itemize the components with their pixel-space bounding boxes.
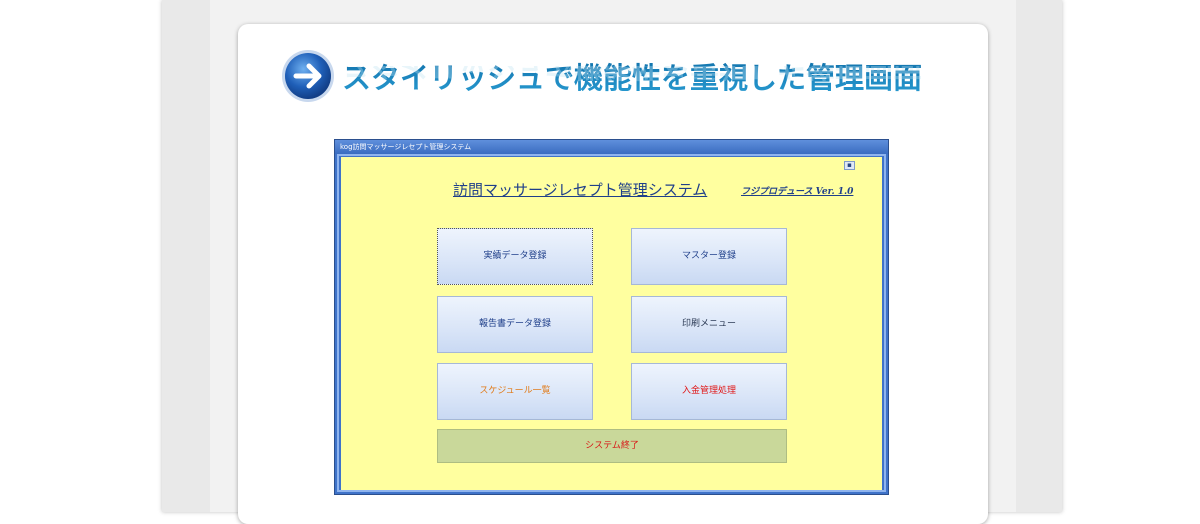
app-window: kog訪問マッサージレセプト管理システム ▪ 訪問マッサージレセプト管理システム…	[334, 139, 889, 495]
print-menu-button[interactable]: 印刷メニュー	[631, 296, 787, 353]
payment-management-button[interactable]: 入金管理処理	[631, 363, 787, 420]
page-heading: スタイリッシュで機能性を重視した管理画面	[342, 56, 942, 100]
schedule-list-button[interactable]: スケジュール一覧	[437, 363, 593, 420]
master-button[interactable]: マスター登録	[631, 228, 787, 285]
houkoku-data-button[interactable]: 報告書データ登録	[437, 296, 593, 353]
minimize-icon[interactable]: ▪	[844, 161, 855, 170]
jisseki-data-button[interactable]: 実績データ登録	[437, 228, 593, 285]
system-exit-button[interactable]: システム終了	[437, 429, 787, 463]
app-client-area: ▪ 訪問マッサージレセプト管理システム フジプロデュース Ver. 1.0 実績…	[341, 157, 882, 490]
app-title: 訪問マッサージレセプト管理システム	[453, 181, 708, 199]
producer-version: フジプロデュース Ver. 1.0	[741, 187, 854, 197]
arrow-right-circle-icon	[282, 50, 334, 102]
window-title-bar[interactable]: kog訪問マッサージレセプト管理システム	[335, 140, 888, 154]
